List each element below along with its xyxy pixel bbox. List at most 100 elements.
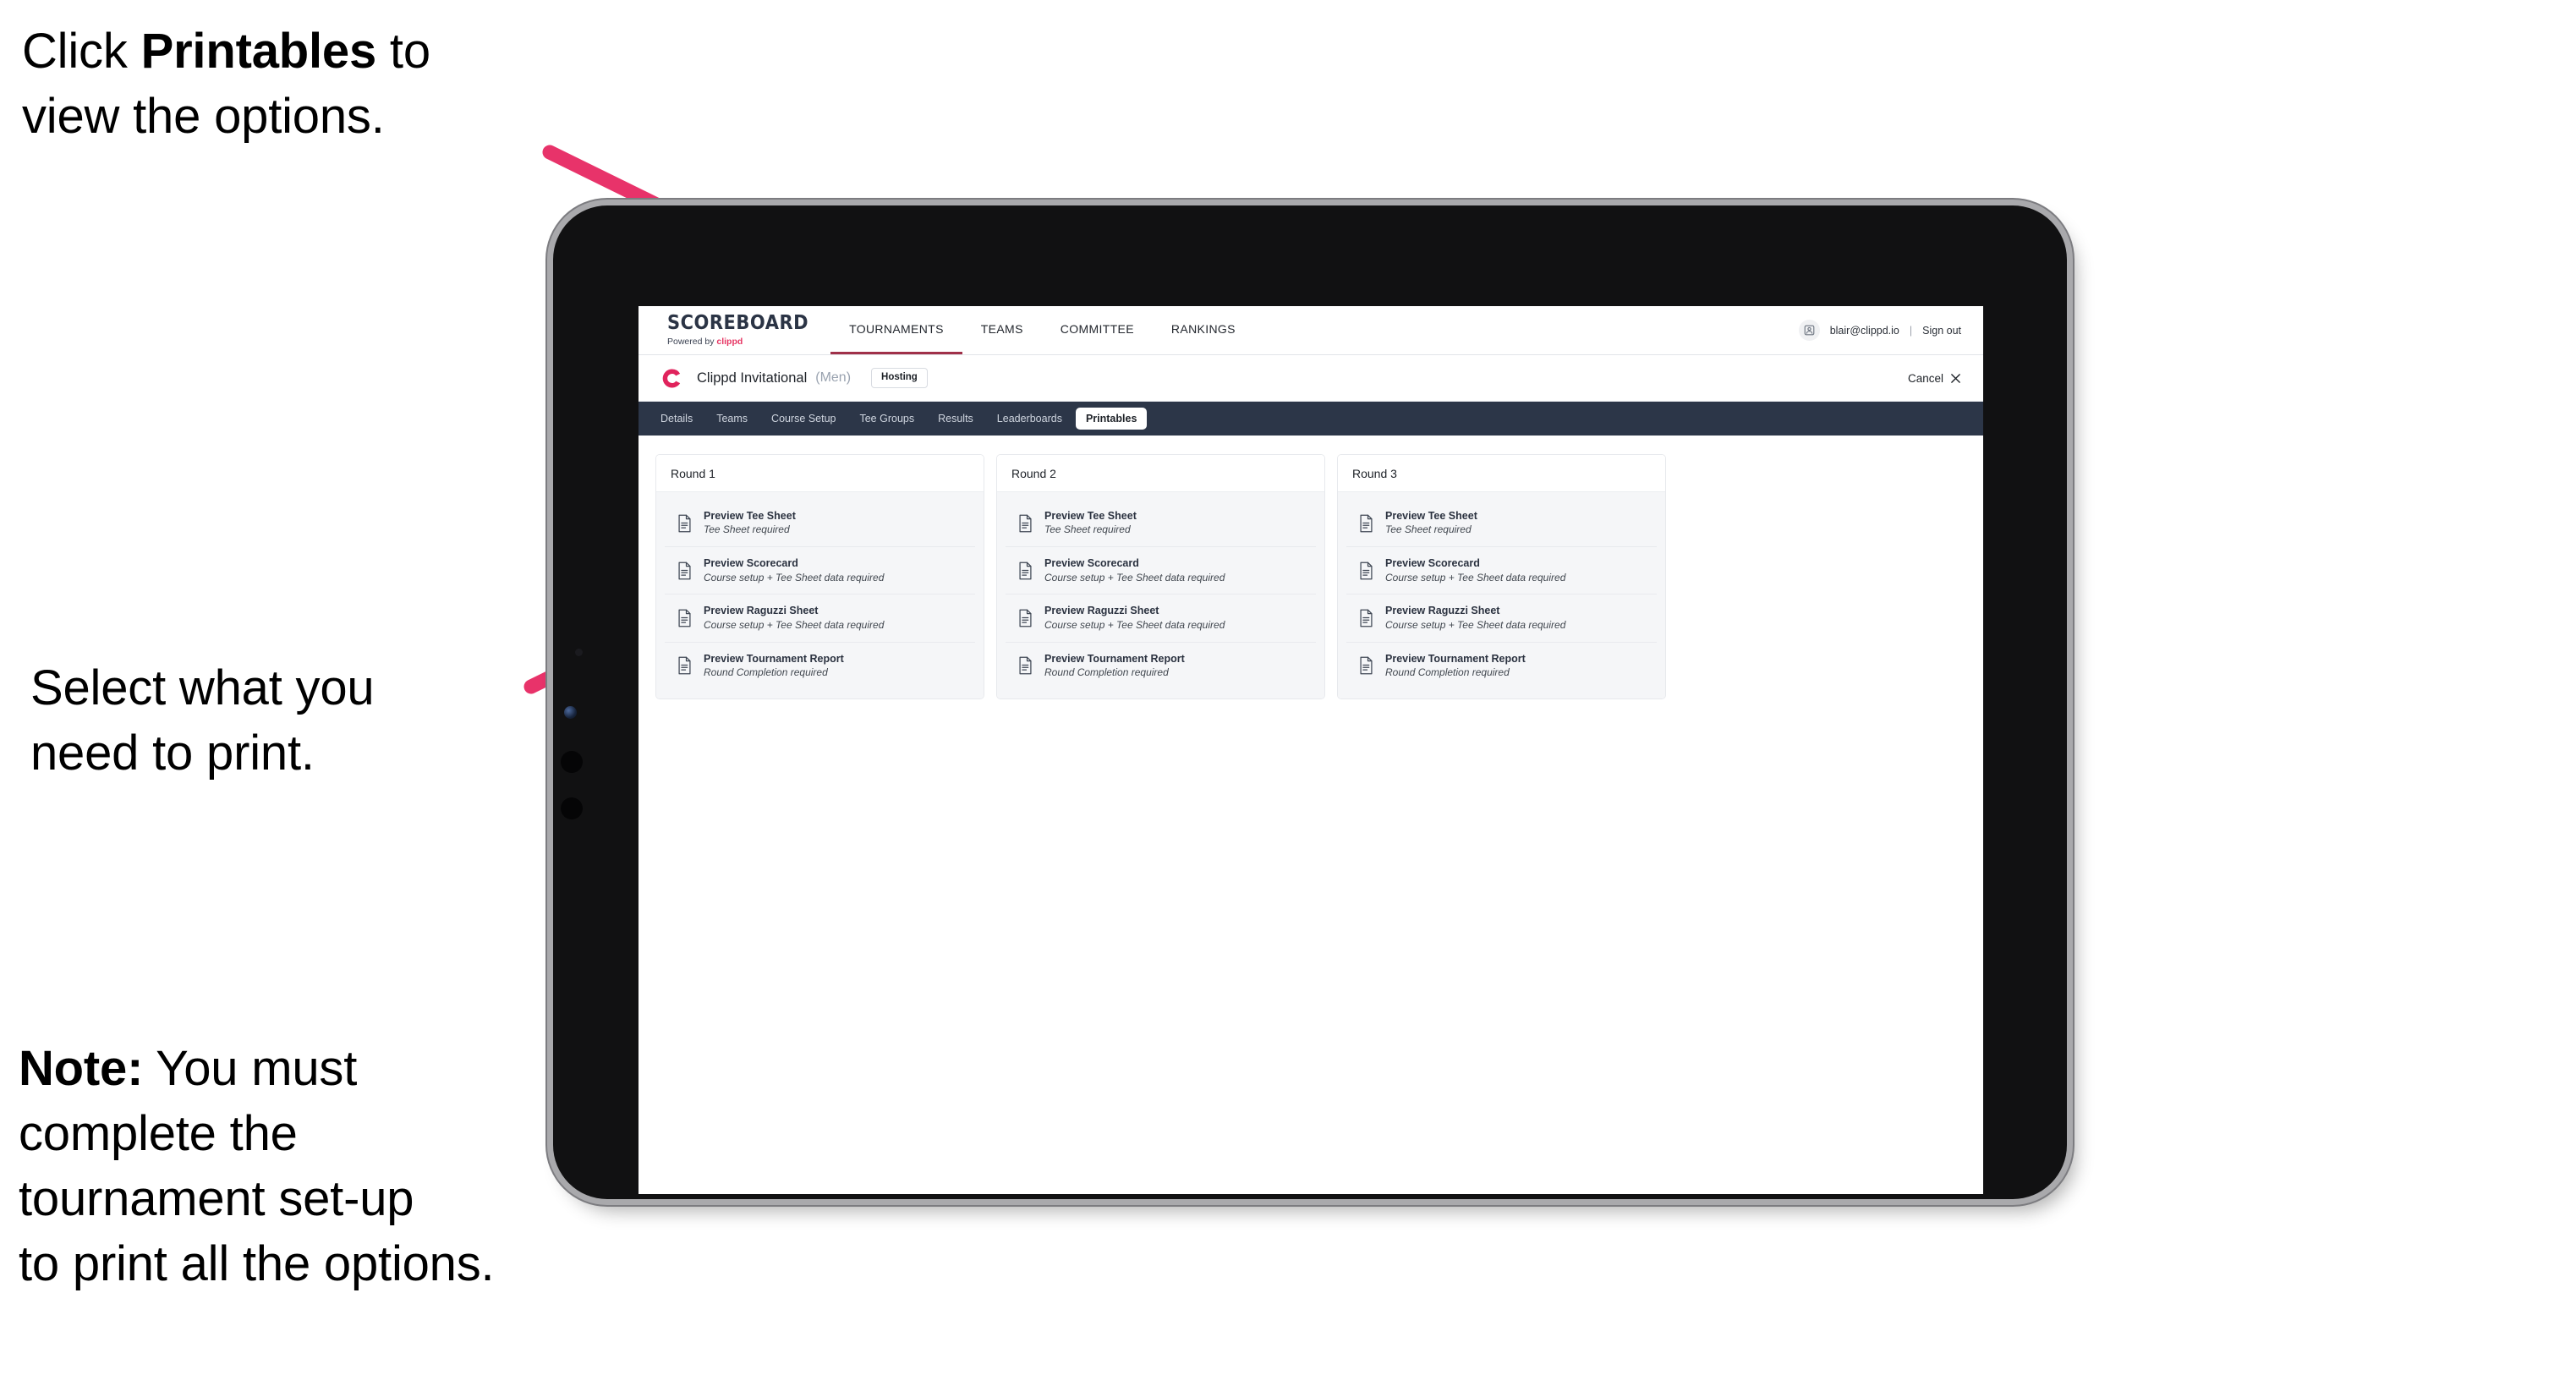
printable-item[interactable]: Preview Tournament Report Round Completio… <box>1006 642 1316 689</box>
annotation-click-pre: Click <box>22 24 141 79</box>
printable-item[interactable]: Preview Tee Sheet Tee Sheet required <box>665 500 975 548</box>
tournament-gender: (Men) <box>815 370 852 385</box>
printable-item-title: Preview Tee Sheet <box>1044 510 1137 522</box>
sub-tab-printables[interactable]: Printables <box>1075 408 1148 430</box>
printable-item-title: Preview Tee Sheet <box>704 510 796 522</box>
printable-item[interactable]: Preview Raguzzi Sheet Course setup + Tee … <box>1006 594 1316 643</box>
printable-item-text: Preview Scorecard Course setup + Tee Shee… <box>1044 557 1225 583</box>
screenshot-canvas: Click Printables to view the options. Se… <box>0 0 2576 1386</box>
round-printables-list: Preview Tee Sheet Tee Sheet required Previ… <box>997 492 1324 698</box>
close-x-icon <box>1951 373 1960 383</box>
printable-item-text: Preview Raguzzi Sheet Course setup + Tee … <box>704 605 884 631</box>
printable-item[interactable]: Preview Tee Sheet Tee Sheet required <box>1346 500 1657 548</box>
sub-tab-results[interactable]: Results <box>928 408 984 430</box>
round-title: Round 3 <box>1338 455 1665 492</box>
printable-item-requirement: Course setup + Tee Sheet data required <box>704 618 885 631</box>
brand-wordmark: SCOREBOARD <box>667 310 809 334</box>
printable-item[interactable]: Preview Scorecard Course setup + Tee Shee… <box>1346 547 1657 595</box>
printable-item[interactable]: Preview Scorecard Course setup + Tee Shee… <box>665 547 975 595</box>
user-email-label: blair@clippd.io <box>1829 324 1899 337</box>
scoreboard-logo[interactable]: SCOREBOARD Powered by clippd <box>639 306 830 354</box>
printable-item[interactable]: Preview Raguzzi Sheet Course setup + Tee … <box>1346 594 1657 643</box>
document-icon <box>1360 656 1373 675</box>
sub-tab-course-setup[interactable]: Course Setup <box>761 408 846 430</box>
clippd-c-logo-icon <box>662 369 681 387</box>
round-printables-list: Preview Tee Sheet Tee Sheet required Previ… <box>656 492 984 698</box>
printable-item-title: Preview Raguzzi Sheet <box>1385 605 1500 617</box>
tablet-volume-button[interactable] <box>561 751 583 773</box>
tablet-device-frame: SCOREBOARD Powered by clippd TOURNAMENTS… <box>553 205 2067 1199</box>
nav-tab-teams[interactable]: TEAMS <box>962 306 1042 354</box>
printable-item-text: Preview Tournament Report Round Completio… <box>704 653 844 679</box>
tournament-sub-navigation: Details Teams Course Setup Tee Groups Re… <box>639 402 1983 436</box>
document-icon <box>1360 514 1373 532</box>
nav-tab-tournaments[interactable]: TOURNAMENTS <box>830 306 962 354</box>
round-column: Round 2 Preview Tee Sheet Tee Sheet requir… <box>996 454 1325 699</box>
printable-item-text: Preview Scorecard Course setup + Tee Shee… <box>1385 557 1565 583</box>
sub-tab-details[interactable]: Details <box>650 408 703 430</box>
printable-item-title: Preview Tournament Report <box>704 652 844 665</box>
printable-item-requirement: Tee Sheet required <box>1044 523 1131 536</box>
nav-tab-rankings[interactable]: RANKINGS <box>1153 306 1254 354</box>
sub-tab-teams[interactable]: Teams <box>706 408 758 430</box>
printable-item-text: Preview Tee Sheet Tee Sheet required <box>1044 510 1137 536</box>
document-icon <box>1019 514 1032 532</box>
document-icon <box>678 656 691 675</box>
printable-item-requirement: Round Completion required <box>704 666 828 678</box>
tablet-power-button[interactable] <box>561 797 583 819</box>
printable-item[interactable]: Preview Scorecard Course setup + Tee Shee… <box>1006 547 1316 595</box>
printable-item-requirement: Course setup + Tee Sheet data required <box>704 571 885 583</box>
annotation-click-bold: Printables <box>140 24 377 79</box>
printable-item-requirement: Round Completion required <box>1044 666 1169 678</box>
printables-content: Round 1 Preview Tee Sheet Tee Sheet requir… <box>639 436 1983 699</box>
printable-item[interactable]: Preview Raguzzi Sheet Course setup + Tee … <box>665 594 975 643</box>
nav-tab-committee[interactable]: COMMITTEE <box>1042 306 1153 354</box>
annotation-select-print: Select what you need to print. <box>30 660 375 781</box>
sub-tab-tee-groups[interactable]: Tee Groups <box>849 408 924 430</box>
printable-item[interactable]: Preview Tee Sheet Tee Sheet required <box>1006 500 1316 548</box>
powered-by-prefix: Powered by <box>667 337 717 348</box>
printable-item-requirement: Tee Sheet required <box>1385 523 1472 536</box>
printable-item[interactable]: Preview Tournament Report Round Completio… <box>1346 642 1657 689</box>
user-account-area: blair@clippd.io | Sign out <box>1798 306 1983 354</box>
sub-tab-leaderboards[interactable]: Leaderboards <box>987 408 1072 430</box>
printable-item-text: Preview Tee Sheet Tee Sheet required <box>704 510 796 536</box>
round-column: Round 1 Preview Tee Sheet Tee Sheet requir… <box>655 454 984 699</box>
printable-item-text: Preview Raguzzi Sheet Course setup + Tee … <box>1385 605 1565 631</box>
document-icon <box>678 562 691 580</box>
round-title: Round 2 <box>997 455 1324 492</box>
printable-item-text: Preview Raguzzi Sheet Course setup + Tee … <box>1044 605 1225 631</box>
brand-powered-by: Powered by clippd <box>667 337 808 347</box>
round-title: Round 1 <box>656 455 984 492</box>
status-badge-hosting: Hosting <box>871 368 928 388</box>
printable-item-requirement: Course setup + Tee Sheet data required <box>1385 571 1566 583</box>
powered-by-clippd: clippd <box>716 337 743 348</box>
round-column: Round 3 Preview Tee Sheet Tee Sheet requir… <box>1337 454 1666 699</box>
app-top-bar: SCOREBOARD Powered by clippd TOURNAMENTS… <box>639 306 1983 355</box>
cancel-button[interactable]: Cancel <box>1908 372 1961 385</box>
printable-item-requirement: Course setup + Tee Sheet data required <box>1044 618 1225 631</box>
document-icon <box>1019 656 1032 675</box>
app-screen: SCOREBOARD Powered by clippd TOURNAMENTS… <box>639 306 1983 1194</box>
printable-item-title: Preview Scorecard <box>704 557 798 570</box>
user-avatar-icon[interactable] <box>1798 320 1820 341</box>
tournament-name: Clippd Invitational <box>697 370 808 386</box>
document-icon <box>1019 609 1032 627</box>
printable-item-requirement: Course setup + Tee Sheet data required <box>1044 571 1225 583</box>
printable-item-text: Preview Tee Sheet Tee Sheet required <box>1385 510 1477 536</box>
printable-item-text: Preview Scorecard Course setup + Tee Shee… <box>704 557 884 583</box>
document-icon <box>1360 609 1373 627</box>
printable-item-title: Preview Raguzzi Sheet <box>704 605 819 617</box>
printable-item[interactable]: Preview Tournament Report Round Completio… <box>665 642 975 689</box>
printable-item-requirement: Tee Sheet required <box>704 523 790 536</box>
printable-item-text: Preview Tournament Report Round Completio… <box>1385 653 1526 679</box>
sign-out-button[interactable]: Sign out <box>1922 325 1961 337</box>
printable-item-title: Preview Scorecard <box>1385 557 1480 570</box>
annotation-note-bold: Note: <box>19 1041 144 1096</box>
printable-item-requirement: Round Completion required <box>1385 666 1510 678</box>
round-printables-list: Preview Tee Sheet Tee Sheet required Previ… <box>1338 492 1665 698</box>
tournament-header-bar: Clippd Invitational (Men) Hosting Cancel <box>639 355 1983 402</box>
printable-item-requirement: Course setup + Tee Sheet data required <box>1385 618 1566 631</box>
printable-item-title: Preview Scorecard <box>1044 557 1139 570</box>
document-icon <box>1019 562 1032 580</box>
